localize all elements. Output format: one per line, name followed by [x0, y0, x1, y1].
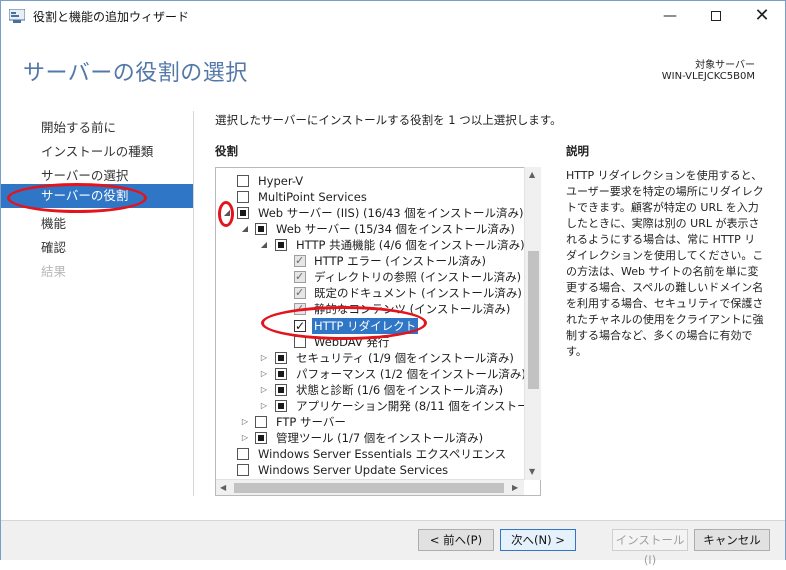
tree-item-label: Windows Server Essentials エクスペリエンス — [258, 447, 507, 461]
checkbox[interactable] — [294, 318, 306, 334]
tree-item-label: ディレクトリの参照 (インストール済み) — [314, 270, 522, 284]
tree-item-label: Web サーバー (15/34 個をインストール済み) — [276, 222, 515, 236]
window-title: 役割と機能の追加ウィザード — [33, 10, 190, 24]
description-heading: 説明 — [566, 144, 589, 158]
tree-item-label: MultiPoint Services — [258, 190, 367, 204]
page-title: サーバーの役割の選択 — [23, 61, 248, 86]
cancel-button[interactable]: キャンセル — [694, 529, 770, 551]
checkbox — [294, 285, 306, 301]
maximize-icon — [711, 11, 721, 21]
checkbox[interactable] — [237, 207, 249, 219]
title-bar: 役割と機能の追加ウィザード — ✕ — [1, 1, 785, 31]
checkbox[interactable] — [255, 432, 267, 444]
tree-item-label: Windows Server Update Services — [258, 463, 449, 477]
install-button: インストール(I) — [612, 529, 688, 567]
next-button[interactable]: 次へ(N) > — [500, 529, 576, 551]
checkbox — [294, 253, 306, 269]
tree-horizontal-scrollbar[interactable]: ◀ ▶ — [216, 479, 524, 495]
tree-item-label: FTP サーバー — [276, 415, 346, 429]
scroll-up-icon[interactable]: ▲ — [529, 170, 535, 179]
checkbox[interactable] — [237, 191, 249, 203]
checkbox[interactable] — [237, 175, 249, 187]
tree-item-label: 管理ツール (1/7 個をインストール済み) — [276, 431, 484, 445]
checkbox — [294, 269, 306, 285]
page-header: サーバーの役割の選択 対象サーバー WIN-VLEJCKC5B0M — [1, 31, 785, 99]
checkbox[interactable] — [255, 416, 267, 428]
tree-item-label: HTTP 共通機能 (4/6 個をインストール済み) — [296, 238, 525, 252]
checkbox[interactable] — [275, 239, 287, 251]
close-button[interactable]: ✕ — [739, 1, 785, 31]
scroll-down-icon[interactable]: ▼ — [529, 467, 535, 476]
tree-vertical-scrollbar[interactable]: ▲ ▼ — [524, 167, 541, 480]
checkbox[interactable] — [294, 336, 306, 348]
checkbox[interactable] — [275, 384, 287, 396]
maximize-button[interactable] — [693, 1, 739, 31]
tree-item-label: 静的なコンテンツ (インストール済み) — [314, 302, 511, 316]
tree-item-label: アプリケーション開発 (8/11 個をインストール済み) — [296, 399, 541, 413]
nav-item-confirmation[interactable]: 確認 — [41, 237, 66, 256]
scroll-thumb[interactable] — [234, 483, 504, 493]
expand-arrow-icon[interactable]: ▷ — [259, 350, 269, 366]
tree-item-label: 既定のドキュメント (インストール済み) — [314, 286, 522, 300]
server-manager-icon — [9, 9, 25, 23]
wizard-window: 役割と機能の追加ウィザード — ✕ サーバーの役割の選択 対象サーバー WIN-… — [0, 0, 786, 567]
scroll-left-icon[interactable]: ◀ — [220, 483, 226, 492]
scroll-thumb[interactable] — [528, 251, 539, 389]
checkbox[interactable] — [237, 464, 249, 476]
collapse-arrow-icon[interactable]: ◢ — [240, 221, 250, 237]
expand-arrow-icon[interactable]: ▷ — [259, 398, 269, 414]
expand-arrow-icon[interactable]: ▷ — [240, 414, 250, 430]
expand-arrow-icon[interactable]: ▷ — [259, 382, 269, 398]
expand-arrow-icon[interactable]: ▷ — [259, 366, 269, 382]
nav-item-results: 結果 — [41, 264, 67, 279]
collapse-arrow-icon[interactable]: ◢ — [259, 237, 269, 253]
checkbox[interactable] — [275, 400, 287, 412]
minimize-button[interactable]: — — [647, 1, 693, 31]
tree-item-label: Web サーバー (IIS) (16/43 個をインストール済み) — [258, 206, 524, 220]
instruction-text: 選択したサーバーにインストールする役割を 1 つ以上選択します。 — [215, 113, 562, 127]
scroll-right-icon[interactable]: ▶ — [512, 483, 518, 492]
nav-item-server-roles[interactable]: サーバーの役割 — [1, 184, 193, 208]
checkbox[interactable] — [237, 448, 249, 460]
tree-item-label: セキュリティ (1/9 個をインストール済み) — [296, 351, 514, 365]
destination-server-label: 対象サーバー — [695, 60, 755, 71]
expand-arrow-icon[interactable]: ▷ — [240, 430, 250, 446]
nav-divider — [193, 111, 194, 496]
previous-button[interactable]: < 前へ(P) — [418, 529, 494, 551]
nav-item-server-selection[interactable]: サーバーの選択 — [41, 165, 128, 184]
destination-server-name: WIN-VLEJCKC5B0M — [661, 71, 755, 82]
roles-heading: 役割 — [215, 144, 238, 158]
nav-item-installation-type[interactable]: インストールの種類 — [41, 141, 153, 160]
checkbox[interactable] — [275, 352, 287, 364]
tree-item-label: HTTP エラー (インストール済み) — [314, 254, 486, 268]
tree-item-label: Hyper-V — [258, 174, 304, 188]
footer: < 前へ(P) 次へ(N) > インストール(I) キャンセル — [1, 521, 785, 567]
role-description: HTTP リダイレクションを使用すると、ユーザー要求を特定の場所にリダイレクトで… — [566, 169, 764, 358]
checkbox[interactable] — [255, 223, 267, 235]
tree-item-label: 状態と診断 (1/6 個をインストール済み) — [296, 383, 504, 397]
tree-item-label: WebDAV 発行 — [314, 335, 390, 349]
tree-item-label: パフォーマンス (1/2 個をインストール済み) — [296, 367, 526, 381]
roles-tree[interactable]: Hyper-V MultiPoint Services ◢ Web サーバー (… — [215, 167, 541, 496]
nav-item-before-you-begin[interactable]: 開始する前に — [41, 117, 116, 136]
checkbox — [294, 301, 306, 317]
tree-item-label: HTTP リダイレクト — [312, 318, 419, 334]
checkbox[interactable] — [275, 368, 287, 380]
nav-item-features[interactable]: 機能 — [41, 213, 66, 232]
collapse-arrow-icon[interactable]: ◢ — [222, 205, 232, 221]
